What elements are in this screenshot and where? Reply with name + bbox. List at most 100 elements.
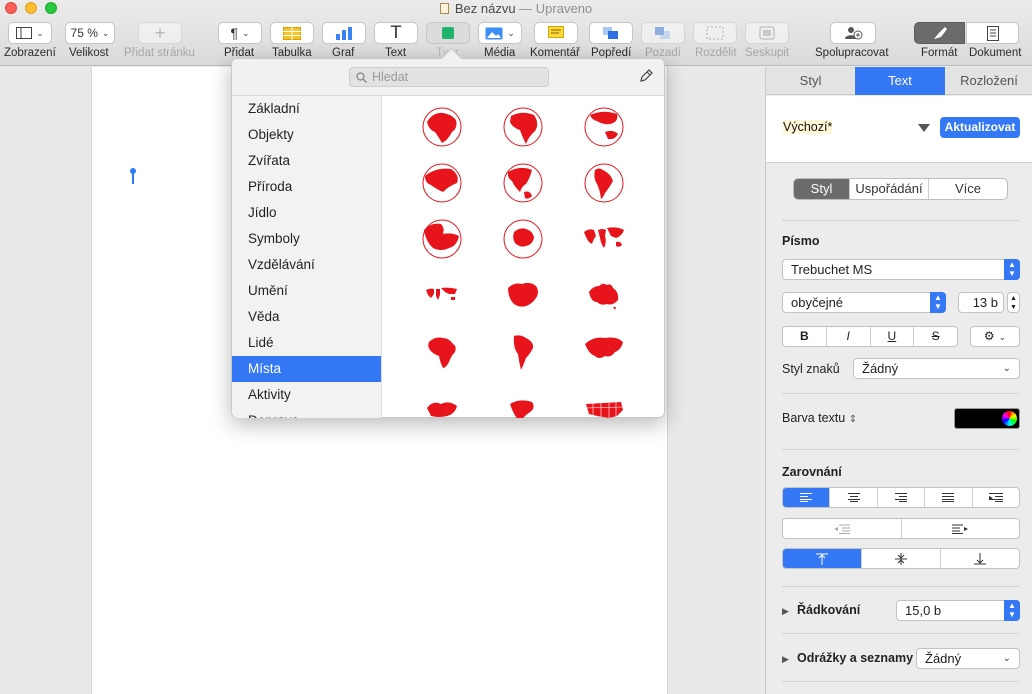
line-spacing-disclosure-icon[interactable]: ▶ — [782, 606, 789, 617]
category-objekty[interactable]: Objekty — [232, 122, 381, 148]
align-center-button[interactable] — [830, 488, 878, 507]
insert-button[interactable]: ¶ ⌄ — [218, 22, 262, 44]
comment-icon — [548, 26, 564, 38]
shapes-search-field[interactable]: Hledat — [349, 67, 549, 87]
align-justify-button[interactable] — [925, 488, 973, 507]
font-weight-select[interactable]: obyčejné ▲ ▼ — [782, 292, 946, 313]
align-left-button[interactable] — [783, 488, 831, 507]
view-menu-button[interactable]: ⌄ — [8, 22, 52, 44]
south-america-shape[interactable] — [502, 330, 544, 372]
category-jidlo[interactable]: Jídlo — [232, 200, 381, 226]
globe-south-america-shape[interactable] — [583, 162, 625, 204]
font-size-stepper[interactable]: ▲ ▼ — [1007, 292, 1020, 313]
world-map-small-shape[interactable] — [421, 274, 463, 316]
stepper-chevron-icon[interactable]: ⇕ — [849, 414, 857, 425]
format-panel-button[interactable] — [914, 22, 965, 44]
zoom-select[interactable]: 75 % ⌄ — [65, 22, 115, 44]
font-weight-value: obyčejné — [791, 295, 844, 310]
globe-europe-africa-shape[interactable] — [421, 106, 463, 148]
text-direction-button[interactable] — [973, 488, 1019, 507]
split-button[interactable] — [693, 22, 737, 44]
font-family-value: Trebuchet MS — [791, 262, 873, 277]
media-button[interactable]: ⌄ — [478, 22, 522, 44]
pen-draw-icon[interactable] — [638, 68, 654, 84]
paragraph-style-name[interactable]: Výchozí* — [783, 120, 833, 134]
text-options-gear-button[interactable]: ⚙ ⌄ — [970, 326, 1020, 347]
category-umeni[interactable]: Umění — [232, 278, 381, 304]
bold-button[interactable]: B — [783, 327, 827, 346]
tab-style[interactable]: Styl — [766, 67, 855, 95]
align-right-button[interactable] — [878, 488, 926, 507]
bring-forward-button[interactable] — [589, 22, 633, 44]
table-icon — [283, 26, 301, 40]
font-size-field[interactable]: 13 b — [958, 292, 1004, 313]
globe-pacific-shape[interactable] — [421, 218, 463, 260]
paragraph-style-box[interactable]: Výchozí* Aktualizovat — [766, 96, 1032, 163]
text-direction-icon — [988, 493, 1003, 502]
plus-icon: + — [154, 22, 166, 43]
bullets-select[interactable]: Žádný ⌄ — [916, 648, 1020, 669]
align-top-button[interactable] — [783, 549, 862, 568]
world-map-shape[interactable] — [583, 218, 625, 260]
globe-north-america-shape[interactable] — [502, 162, 544, 204]
globe-asia-australia-shape[interactable] — [583, 106, 625, 148]
category-lide[interactable]: Lidé — [232, 330, 381, 356]
europe-shape[interactable] — [421, 394, 463, 418]
underline-button[interactable]: U — [871, 327, 915, 346]
category-zakladni[interactable]: Základní — [232, 96, 381, 122]
align-middle-button[interactable] — [862, 549, 941, 568]
char-style-select[interactable]: Žádný ⌄ — [853, 358, 1020, 379]
antarctica-shape[interactable] — [502, 274, 544, 316]
paragraph-style-disclosure-icon[interactable] — [918, 124, 930, 132]
shape-category-list: Základní Objekty Zvířata Příroda Jídlo S… — [232, 96, 382, 418]
asia-shape[interactable] — [583, 330, 625, 372]
subtab-style[interactable]: Styl — [794, 179, 850, 199]
font-family-select[interactable]: Trebuchet MS ▲ ▼ — [782, 259, 1020, 280]
split-label: Rozdělit — [695, 47, 737, 59]
category-doprava[interactable]: Doprava — [232, 408, 381, 418]
bullets-label[interactable]: Odrážky a seznamy — [797, 651, 913, 665]
color-wheel-icon[interactable] — [1002, 411, 1017, 426]
category-symboly[interactable]: Symboly — [232, 226, 381, 252]
line-spacing-select[interactable]: 15,0 b ▲ ▼ — [896, 600, 1020, 621]
bullets-disclosure-icon[interactable]: ▶ — [782, 654, 789, 665]
strikethrough-button[interactable]: S — [914, 327, 957, 346]
shape-grid — [383, 96, 664, 418]
decrease-indent-button[interactable] — [783, 519, 902, 538]
australia-shape[interactable] — [583, 274, 625, 316]
shape-button[interactable] — [426, 22, 470, 44]
line-spacing-label[interactable]: Řádkování — [797, 603, 860, 617]
subtab-layout[interactable]: Uspořádání — [850, 179, 929, 199]
north-america-shape[interactable] — [502, 394, 544, 418]
collaborate-button[interactable] — [830, 22, 876, 44]
usa-map-shape[interactable] — [583, 394, 625, 418]
comment-button[interactable] — [534, 22, 578, 44]
category-aktivity[interactable]: Aktivity — [232, 382, 381, 408]
group-button[interactable] — [745, 22, 789, 44]
send-backward-button[interactable] — [641, 22, 685, 44]
collaborate-person-icon — [845, 27, 863, 40]
align-bottom-button[interactable] — [941, 549, 1019, 568]
category-zvirata[interactable]: Zvířata — [232, 148, 381, 174]
category-veda[interactable]: Věda — [232, 304, 381, 330]
table-button[interactable] — [270, 22, 314, 44]
text-box-button[interactable]: T — [374, 22, 418, 44]
divider — [782, 393, 1019, 394]
category-priroda[interactable]: Příroda — [232, 174, 381, 200]
category-mista[interactable]: Místa — [232, 356, 381, 382]
tab-layout[interactable]: Rozložení — [945, 67, 1032, 95]
chart-button[interactable] — [322, 22, 366, 44]
globe-asia-shape[interactable] — [421, 162, 463, 204]
update-style-button[interactable]: Aktualizovat — [940, 117, 1020, 138]
document-panel-button[interactable] — [966, 22, 1019, 44]
globe-africa-shape[interactable] — [502, 106, 544, 148]
subtab-more[interactable]: Více — [929, 179, 1007, 199]
globe-antarctica-shape[interactable] — [502, 218, 544, 260]
add-page-button[interactable]: + — [138, 22, 182, 44]
text-color-well[interactable] — [954, 408, 1020, 429]
tab-text[interactable]: Text — [855, 67, 945, 95]
increase-indent-button[interactable] — [902, 519, 1020, 538]
italic-button[interactable]: I — [827, 327, 871, 346]
category-vzdelavani[interactable]: Vzdělávání — [232, 252, 381, 278]
africa-shape[interactable] — [421, 330, 463, 372]
